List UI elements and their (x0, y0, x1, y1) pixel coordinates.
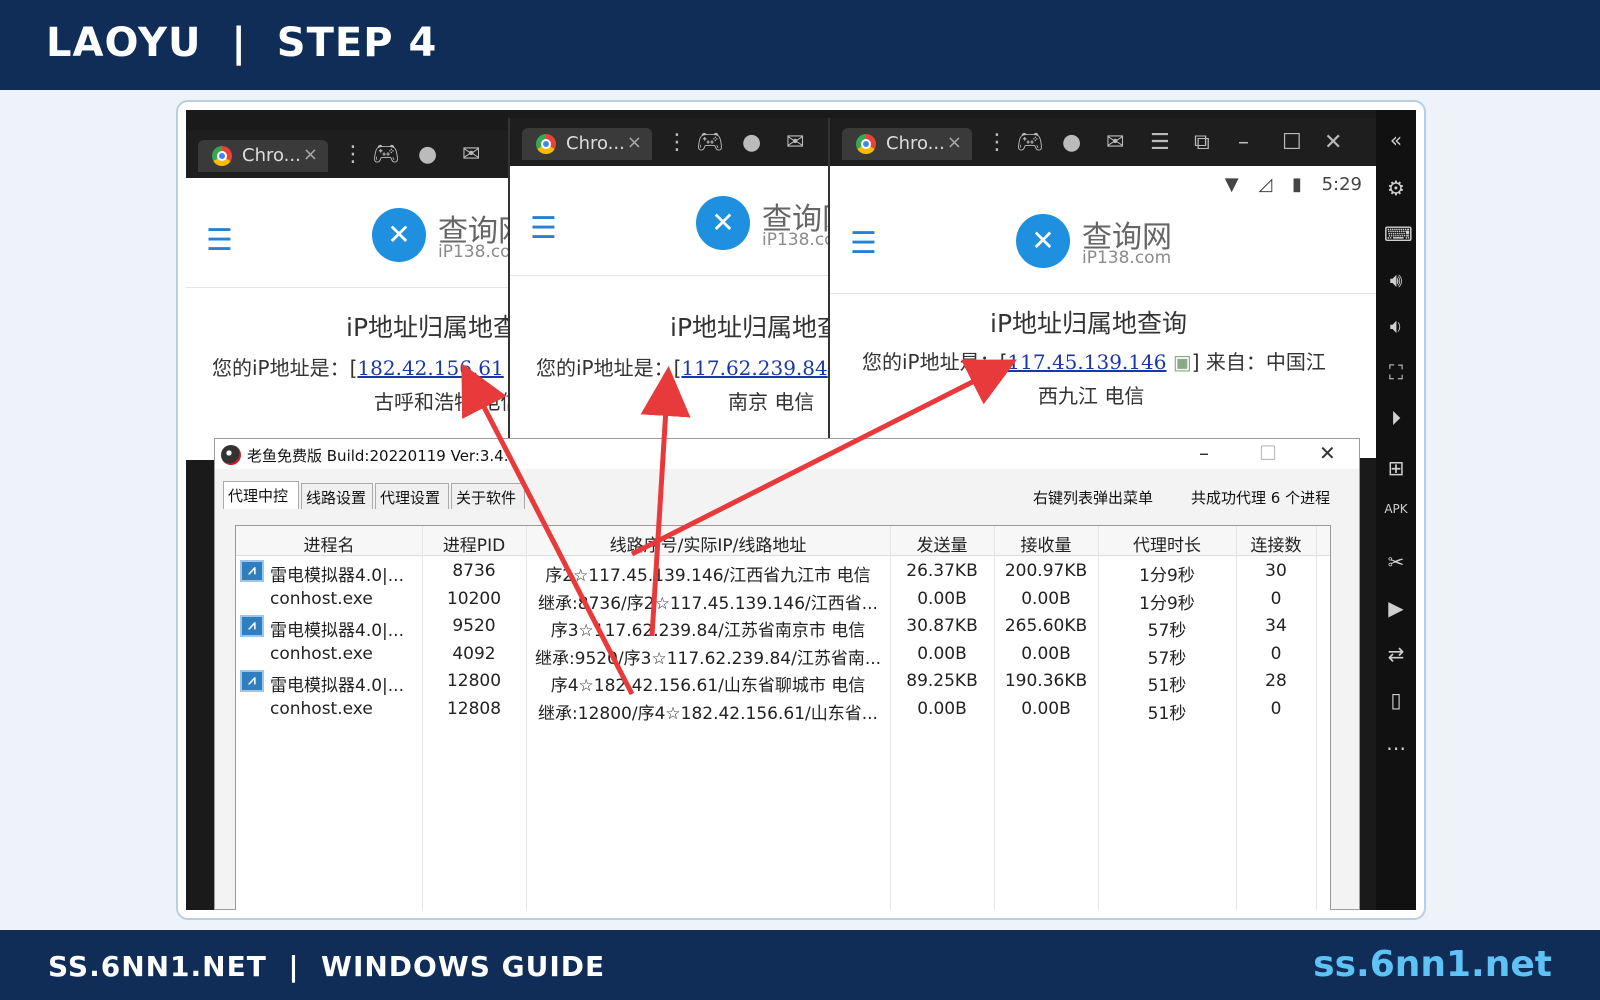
arrow-to-ip-2 (640, 366, 691, 637)
top-banner: LAOYU | STEP 4 (0, 0, 1600, 90)
bottom-banner: SS.6NN1.NET | WINDOWS GUIDE ss.6nn1.net (0, 930, 1600, 1000)
footer-guide-label: SS.6NN1.NET | WINDOWS GUIDE (48, 950, 606, 983)
arrow-to-ip-3 (630, 359, 1017, 557)
screenshot-frame: Chro... × ⋮ 🎮︎ ● ✉ ☰ ✕ 查询网 iP138.com iP地… (176, 100, 1426, 920)
banner-title: LAOYU | STEP 4 (46, 20, 438, 66)
arrow-to-ip-1 (461, 363, 635, 696)
footer-site-link[interactable]: ss.6nn1.net (1313, 944, 1552, 985)
screenshot: Chro... × ⋮ 🎮︎ ● ✉ ☰ ✕ 查询网 iP138.com iP地… (186, 110, 1416, 910)
annotation-arrows (461, 359, 1017, 696)
